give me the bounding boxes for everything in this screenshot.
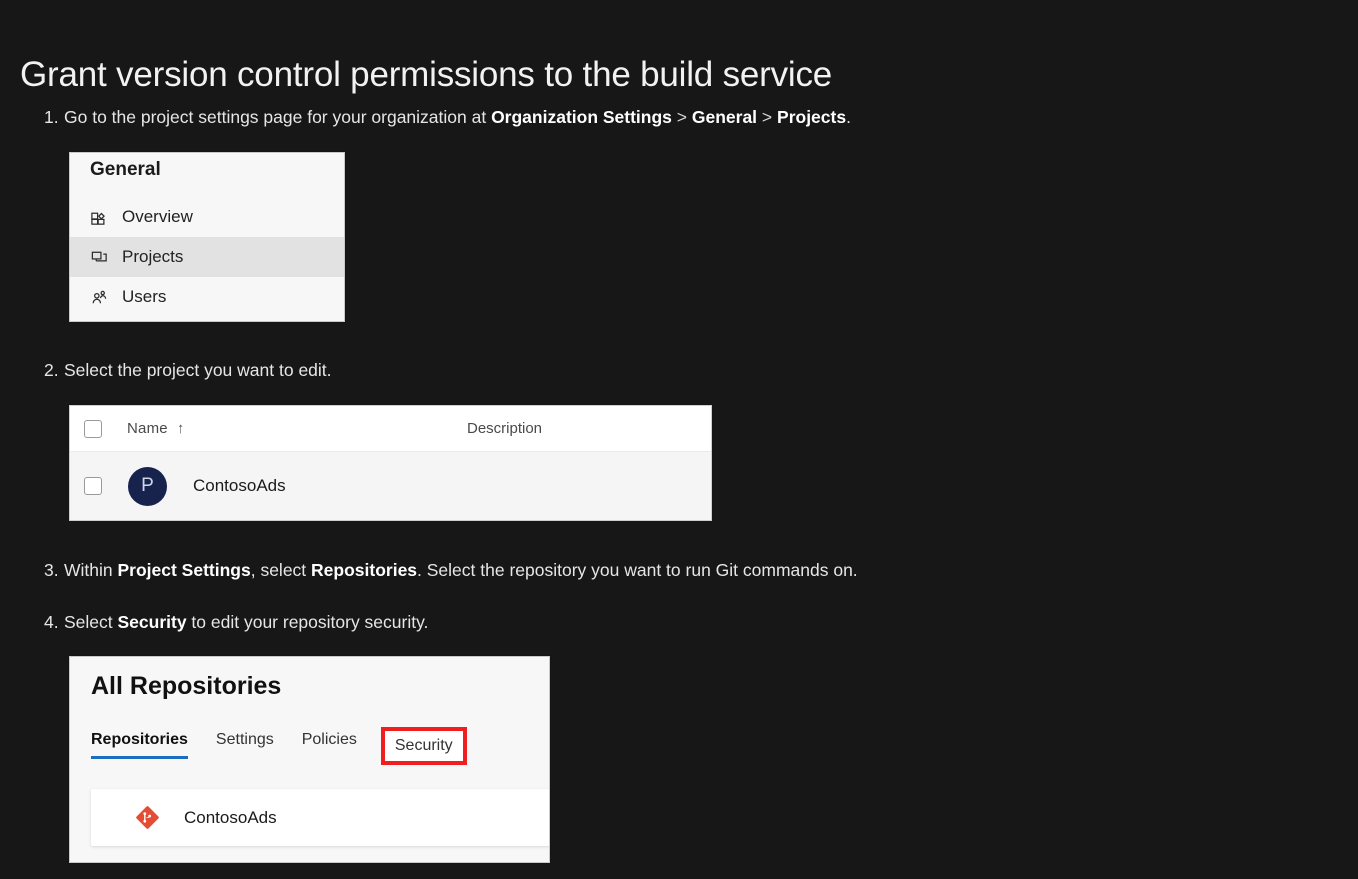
sidebar-item-projects[interactable]: Projects [70, 237, 344, 277]
row-checkbox[interactable] [84, 477, 102, 495]
sidebar-item-overview-label: Overview [122, 207, 193, 226]
sidebar-item-projects-label: Projects [122, 247, 184, 266]
project-name-cell[interactable]: ContosoAds [193, 476, 286, 496]
breadcrumb-separator-1: > [671, 107, 692, 127]
emphasis-security: Security [117, 612, 187, 632]
step-2-number: 2. [44, 360, 59, 380]
step-3-lead: Within [64, 560, 118, 580]
step-3-mid: , select [250, 560, 312, 580]
projects-stack-icon [88, 247, 110, 267]
sort-ascending-icon: ↑ [176, 420, 185, 437]
step-2: 2. Select the project you want to edit. [44, 359, 332, 383]
dashboard-grid-icon [88, 207, 110, 227]
step-1-number: 1. [44, 107, 59, 127]
avatar: P [128, 466, 167, 506]
column-header-name[interactable]: Name ↑ [127, 420, 467, 437]
step-2-text: Select the project you want to edit. [64, 360, 332, 380]
select-all-checkbox[interactable] [84, 419, 102, 438]
step-4-lead: Select [64, 612, 118, 632]
step-1-period: . [846, 107, 851, 127]
screenshot-general-nav-panel: General Overview Projects Users [69, 152, 345, 322]
sidebar-item-users-label: Users [122, 287, 167, 306]
column-header-description[interactable]: Description [467, 420, 542, 437]
step-3-number: 3. [44, 560, 59, 580]
page-title: Grant version control permissions to the… [20, 55, 833, 95]
breadcrumb-organization-settings: Organization Settings [491, 107, 672, 127]
step-3-tail: . Select the repository you want to run … [417, 560, 858, 580]
users-people-icon [88, 287, 110, 307]
step-1-lead: Go to the project settings page for your… [64, 107, 492, 127]
emphasis-project-settings: Project Settings [117, 560, 251, 580]
documentation-page: Grant version control permissions to the… [0, 0, 1358, 879]
emphasis-repositories: Repositories [311, 560, 418, 580]
repository-tabs: Repositories Settings Policies Security [91, 727, 467, 765]
table-row[interactable]: P ContosoAds [70, 452, 711, 520]
breadcrumb-projects: Projects [777, 107, 847, 127]
general-panel-heading: General [90, 159, 161, 180]
breadcrumb-general: General [691, 107, 758, 127]
step-4-number: 4. [44, 612, 59, 632]
git-repo-icon [135, 805, 160, 830]
tab-security[interactable]: Security [380, 727, 467, 765]
step-4-tail: to edit your repository security. [186, 612, 429, 632]
all-repositories-heading: All Repositories [91, 672, 282, 700]
step-3: 3. Within Project Settings, select Reposi… [44, 559, 858, 583]
tab-repositories[interactable]: Repositories [91, 731, 188, 759]
column-header-name-label: Name [127, 420, 168, 437]
step-4: 4. Select Security to edit your repositor… [44, 611, 428, 635]
breadcrumb-separator-2: > [757, 107, 778, 127]
repository-name[interactable]: ContosoAds [184, 808, 277, 828]
step-1: 1. Go to the project settings page for yo… [44, 106, 851, 130]
screenshot-all-repositories-panel: All Repositories Repositories Settings P… [69, 656, 550, 863]
table-header-row: Name ↑ Description [70, 406, 711, 452]
screenshot-projects-table-panel: Name ↑ Description P ContosoAds [69, 405, 712, 521]
sidebar-item-users[interactable]: Users [70, 277, 344, 317]
tab-policies[interactable]: Policies [302, 731, 357, 759]
tab-settings[interactable]: Settings [216, 731, 274, 759]
sidebar-item-overview[interactable]: Overview [70, 197, 344, 237]
repository-list-item[interactable]: ContosoAds [91, 789, 549, 846]
